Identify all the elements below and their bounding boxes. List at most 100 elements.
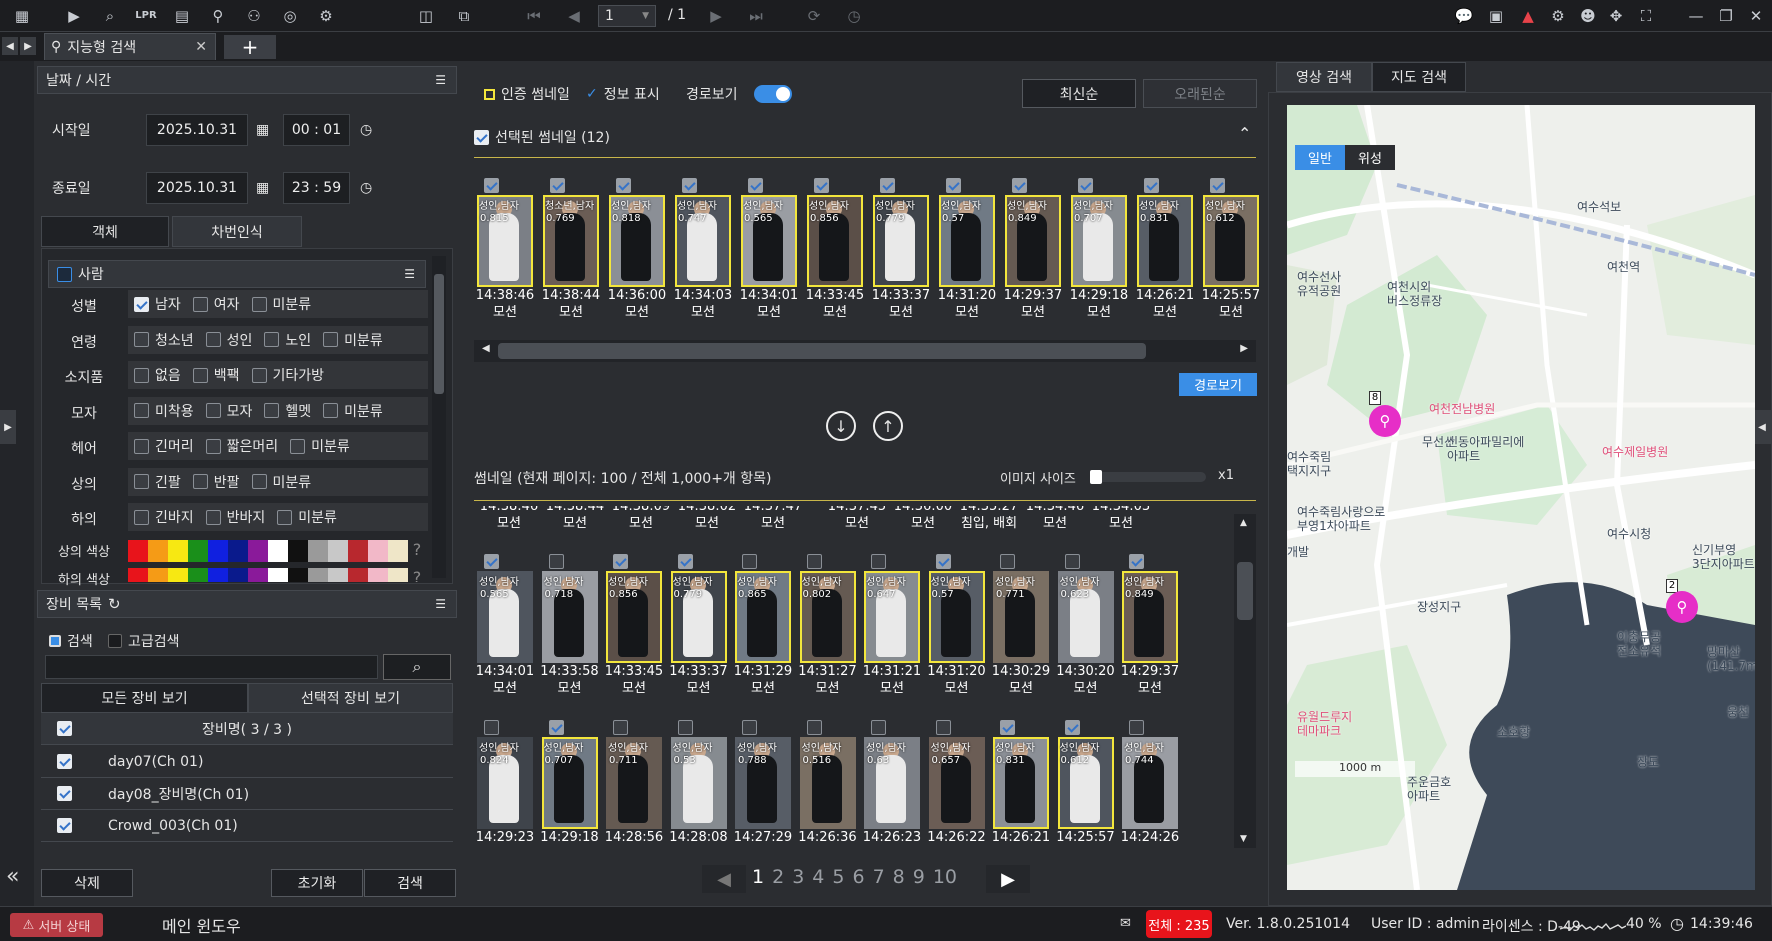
start-time-field[interactable]: 00 : 01 <box>283 114 350 146</box>
thumbnail-image[interactable]: 성인,남자 0.849 <box>1005 195 1061 287</box>
delete-button[interactable]: 삭제 <box>41 869 133 897</box>
thumbnail-checkbox[interactable] <box>1129 554 1144 569</box>
close-tab-icon[interactable]: ✕ <box>195 39 207 55</box>
mode-advanced-radio[interactable]: 고급검색 <box>108 631 180 651</box>
filter-option[interactable]: 노인 <box>264 330 311 350</box>
thumbnail-image[interactable]: 성인,남자 0.711 <box>606 737 662 829</box>
device-search-button[interactable]: 검색 <box>364 869 456 897</box>
thumbnail-image[interactable]: 성인,남자 0.815 <box>477 195 533 287</box>
filter-option[interactable]: 성인 <box>205 330 252 350</box>
thumbnail-checkbox[interactable] <box>871 554 886 569</box>
filter-option[interactable]: 청소년 <box>134 330 194 350</box>
globe-search-icon[interactable]: ◎ <box>278 4 302 28</box>
filter-checkbox[interactable] <box>134 509 149 525</box>
filter-option[interactable]: 미분류 <box>251 472 311 492</box>
thumbnail-image[interactable]: 성인,남자 0.788 <box>735 737 791 829</box>
thumbnail-image[interactable]: 성인,남자 0.623 <box>1057 571 1114 663</box>
map-mode-normal[interactable]: 일반 <box>1295 145 1345 170</box>
event-icon[interactable]: ✉ <box>1120 916 1131 931</box>
filter-checkbox[interactable] <box>134 296 149 312</box>
calendar-icon[interactable]: ▤ <box>170 4 194 28</box>
thumbnail[interactable]: 성인,남자 0.824 14:29:23 <box>474 720 536 846</box>
thumbnail[interactable]: 성인,남자 0.516 14:26:36 <box>797 720 859 846</box>
page-number[interactable]: 1 <box>752 866 764 888</box>
thumbnail-checkbox[interactable] <box>1000 720 1015 735</box>
auth-thumb-toggle[interactable]: 인증 썸네일 <box>484 84 570 104</box>
mode-basic-radio[interactable]: 검색 <box>49 631 93 651</box>
image-size-slider[interactable] <box>1090 470 1206 484</box>
thumbnail-image[interactable]: 성인,남자 0.516 <box>799 737 856 829</box>
tab-scroll-left-icon[interactable]: ◀ <box>2 37 18 55</box>
filter-checkbox[interactable] <box>251 367 267 383</box>
thumbnail-image[interactable]: 청소년,남자 0.769 <box>543 195 599 287</box>
dock-expand-icon[interactable]: ▶ <box>0 410 16 444</box>
page-number[interactable]: 7 <box>873 866 885 888</box>
color-swatch[interactable] <box>288 540 308 562</box>
filter-option[interactable]: 기타가방 <box>251 365 324 385</box>
search-video-icon[interactable]: ⌕ <box>98 4 122 28</box>
end-date-field[interactable]: 2025.10.31 <box>146 172 248 204</box>
thumbnail[interactable]: 성인,남자 0.53 14:28:08 <box>668 720 730 846</box>
add-tab-button[interactable]: + <box>224 35 276 59</box>
thumbnail[interactable]: 성인,남자 0.57 14:31:20 모션 <box>936 178 998 321</box>
thumbnail-image[interactable]: 성인,남자 0.53 <box>670 737 727 829</box>
filter-checkbox[interactable] <box>192 296 208 312</box>
color-swatch[interactable] <box>128 540 148 562</box>
thumbnail-image[interactable]: 성인,남자 0.707 <box>541 737 598 829</box>
thumbnail-checkbox[interactable] <box>742 554 757 569</box>
calendar-icon[interactable]: ▦ <box>256 180 269 196</box>
filter-option[interactable]: 남자 <box>134 294 181 314</box>
route-toggle-switch[interactable] <box>754 85 792 103</box>
filter-checkbox[interactable] <box>134 438 149 454</box>
thumbnail-partial[interactable]: 14:37:47 모션 <box>738 506 808 532</box>
scroll-left-icon[interactable]: ◀ <box>482 343 490 354</box>
clock-icon[interactable]: ◷ <box>842 4 866 28</box>
thumbnail-image[interactable]: 성인,남자 0.744 <box>1122 737 1178 829</box>
color-swatch[interactable] <box>268 568 288 582</box>
tab-map-search[interactable]: 지도 검색 <box>1372 62 1466 92</box>
thumbnail-checkbox[interactable] <box>806 554 822 569</box>
color-swatch[interactable] <box>148 568 168 582</box>
thumbnail[interactable]: 성인,남자 0.707 14:29:18 모션 <box>1068 178 1130 321</box>
device-search-input[interactable] <box>45 655 378 679</box>
server-status-button[interactable]: ⚠ 서버 상태 <box>10 913 103 937</box>
thumbnail-image[interactable]: 성인,남자 0.57 <box>939 195 995 287</box>
filter-checkbox[interactable] <box>205 403 221 418</box>
thumbnail-image[interactable]: 성인,남자 0.865 <box>735 571 791 663</box>
thumbnail-partial[interactable]: 14:38:09 모션 <box>606 506 676 532</box>
chat-icon[interactable]: 💬 <box>1452 4 1476 28</box>
filter-checkbox[interactable] <box>323 403 339 418</box>
thumbnail-checkbox[interactable] <box>935 554 951 569</box>
filter-checkbox[interactable] <box>323 332 339 347</box>
page-number[interactable]: 9 <box>913 866 925 888</box>
color-swatch[interactable] <box>368 568 388 582</box>
camera-marker-icon[interactable]: ⚲ <box>1666 591 1698 623</box>
move-icon[interactable]: ✥ <box>1604 4 1628 28</box>
scroll-thumb[interactable] <box>1237 562 1253 620</box>
lpr-icon[interactable]: LPR <box>134 4 158 28</box>
color-swatch[interactable] <box>128 568 148 582</box>
thumbnail-checkbox[interactable] <box>550 178 565 193</box>
thumbnail-checkbox[interactable] <box>677 554 693 569</box>
filter-checkbox[interactable] <box>205 509 221 525</box>
layout-icon[interactable]: ◫ <box>414 4 438 28</box>
filter-option[interactable]: 미착용 <box>134 401 194 421</box>
filter-checkbox[interactable] <box>264 403 280 418</box>
thumbnail[interactable]: 성인,남자 0.802 14:31:27 모션 <box>797 554 859 697</box>
thumbnail-checkbox[interactable] <box>1012 178 1027 193</box>
thumbnail-image[interactable]: 성인,남자 0.718 <box>541 571 598 663</box>
thumbnail-partial[interactable]: 14:34:03 모션 <box>1086 506 1156 532</box>
thumbnail-image[interactable]: 성인,남자 0.831 <box>993 737 1049 829</box>
thumbnail[interactable]: 성인,남자 0.849 14:29:37 모션 <box>1002 178 1064 321</box>
thumbnail-checkbox[interactable] <box>1144 178 1159 193</box>
bicycle-icon[interactable]: ⚇ <box>242 4 266 28</box>
thumbnail-checkbox[interactable] <box>806 720 822 735</box>
page-number[interactable]: 3 <box>792 866 804 888</box>
thumbnail-checkbox[interactable] <box>548 554 564 569</box>
alarm-icon[interactable]: ▲ <box>1516 4 1540 28</box>
selected-strip-scrollbar[interactable]: ◀ ▶ <box>474 340 1256 362</box>
live-view-icon[interactable]: ▶ <box>62 4 86 28</box>
thumbnail-checkbox[interactable] <box>1129 720 1144 735</box>
thumbnail-image[interactable]: 성인,남자 0.856 <box>807 195 863 287</box>
thumbnail-checkbox[interactable] <box>742 720 757 735</box>
